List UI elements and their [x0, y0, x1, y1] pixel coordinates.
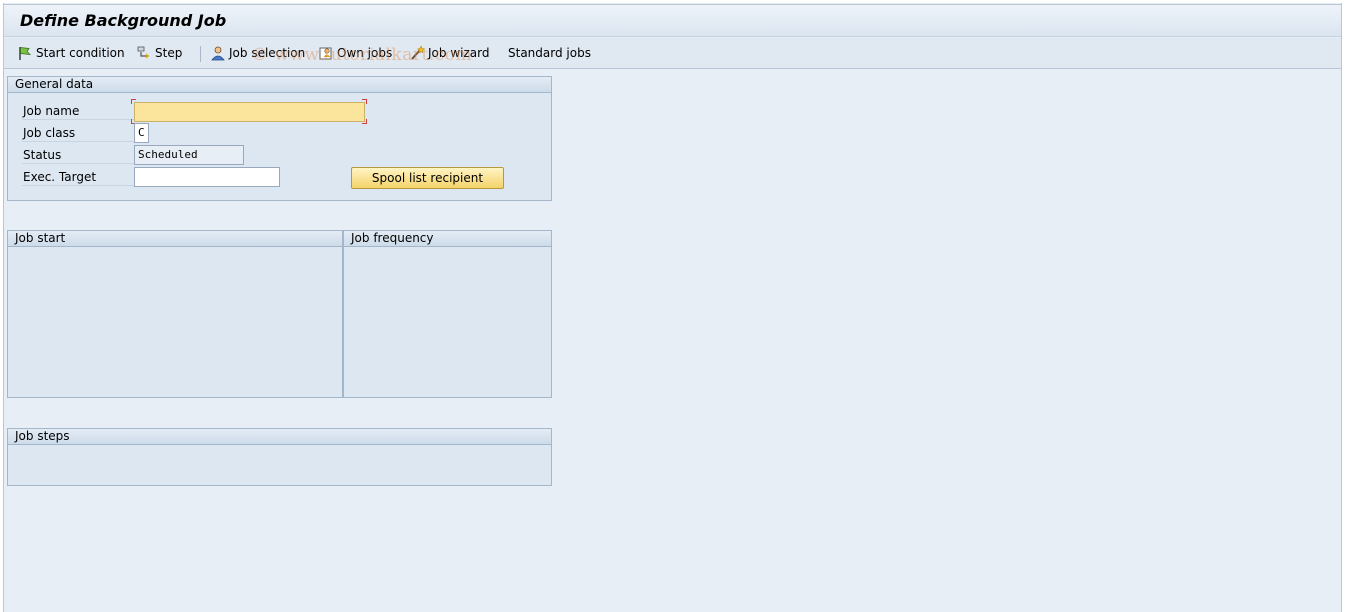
- exec-target-label: Exec. Target: [23, 170, 97, 184]
- job-selection-label: Job selection: [229, 46, 306, 60]
- job-wizard-label: Job wizard: [428, 46, 490, 60]
- own-jobs-button[interactable]: Own jobs: [318, 44, 392, 62]
- required-marker: [131, 99, 136, 104]
- job-frequency-heading: Job frequency: [344, 231, 551, 247]
- job-selection-button[interactable]: Job selection: [210, 44, 305, 62]
- application-toolbar: Start condition Step Job selection Own j…: [4, 38, 1341, 69]
- job-steps-heading: Job steps: [8, 429, 551, 445]
- step-button[interactable]: Step: [136, 44, 182, 62]
- job-steps-group: Job steps: [7, 428, 552, 486]
- required-marker: [362, 119, 367, 124]
- page-title: Define Background Job: [20, 11, 227, 30]
- user-icon: [211, 46, 225, 61]
- step-label: Step: [155, 46, 183, 60]
- exec-target-input[interactable]: [134, 167, 280, 187]
- status-field: Scheduled: [134, 145, 244, 165]
- job-class-label: Job class: [23, 126, 76, 140]
- job-wizard-button[interactable]: Job wizard: [409, 44, 489, 62]
- standard-jobs-label: Standard jobs: [508, 46, 591, 60]
- step-icon: [137, 46, 150, 59]
- flag-icon: [19, 47, 32, 60]
- general-data-heading: General data: [8, 77, 551, 93]
- main-window: Define Background Job Start condition St…: [3, 3, 1342, 612]
- toolbar-separator: [200, 46, 201, 62]
- title-bar: Define Background Job: [4, 4, 1341, 37]
- required-marker: [362, 99, 367, 104]
- own-jobs-icon: [319, 47, 332, 60]
- status-label: Status: [23, 148, 62, 162]
- wizard-wand-icon: [411, 45, 425, 60]
- job-name-input[interactable]: [134, 102, 365, 122]
- job-start-heading: Job start: [8, 231, 342, 247]
- start-condition-label: Start condition: [36, 46, 125, 60]
- standard-jobs-button[interactable]: Standard jobs: [508, 44, 591, 62]
- job-start-group: Job start: [7, 230, 343, 398]
- spool-list-recipient-button[interactable]: Spool list recipient: [351, 167, 504, 189]
- start-condition-button[interactable]: Start condition: [17, 44, 125, 62]
- own-jobs-label: Own jobs: [337, 46, 393, 60]
- general-data-group: General data Job name Job class C Status…: [7, 76, 552, 201]
- job-frequency-group: Job frequency: [343, 230, 552, 398]
- job-name-label: Job name: [23, 104, 80, 118]
- job-class-input[interactable]: C: [134, 123, 149, 143]
